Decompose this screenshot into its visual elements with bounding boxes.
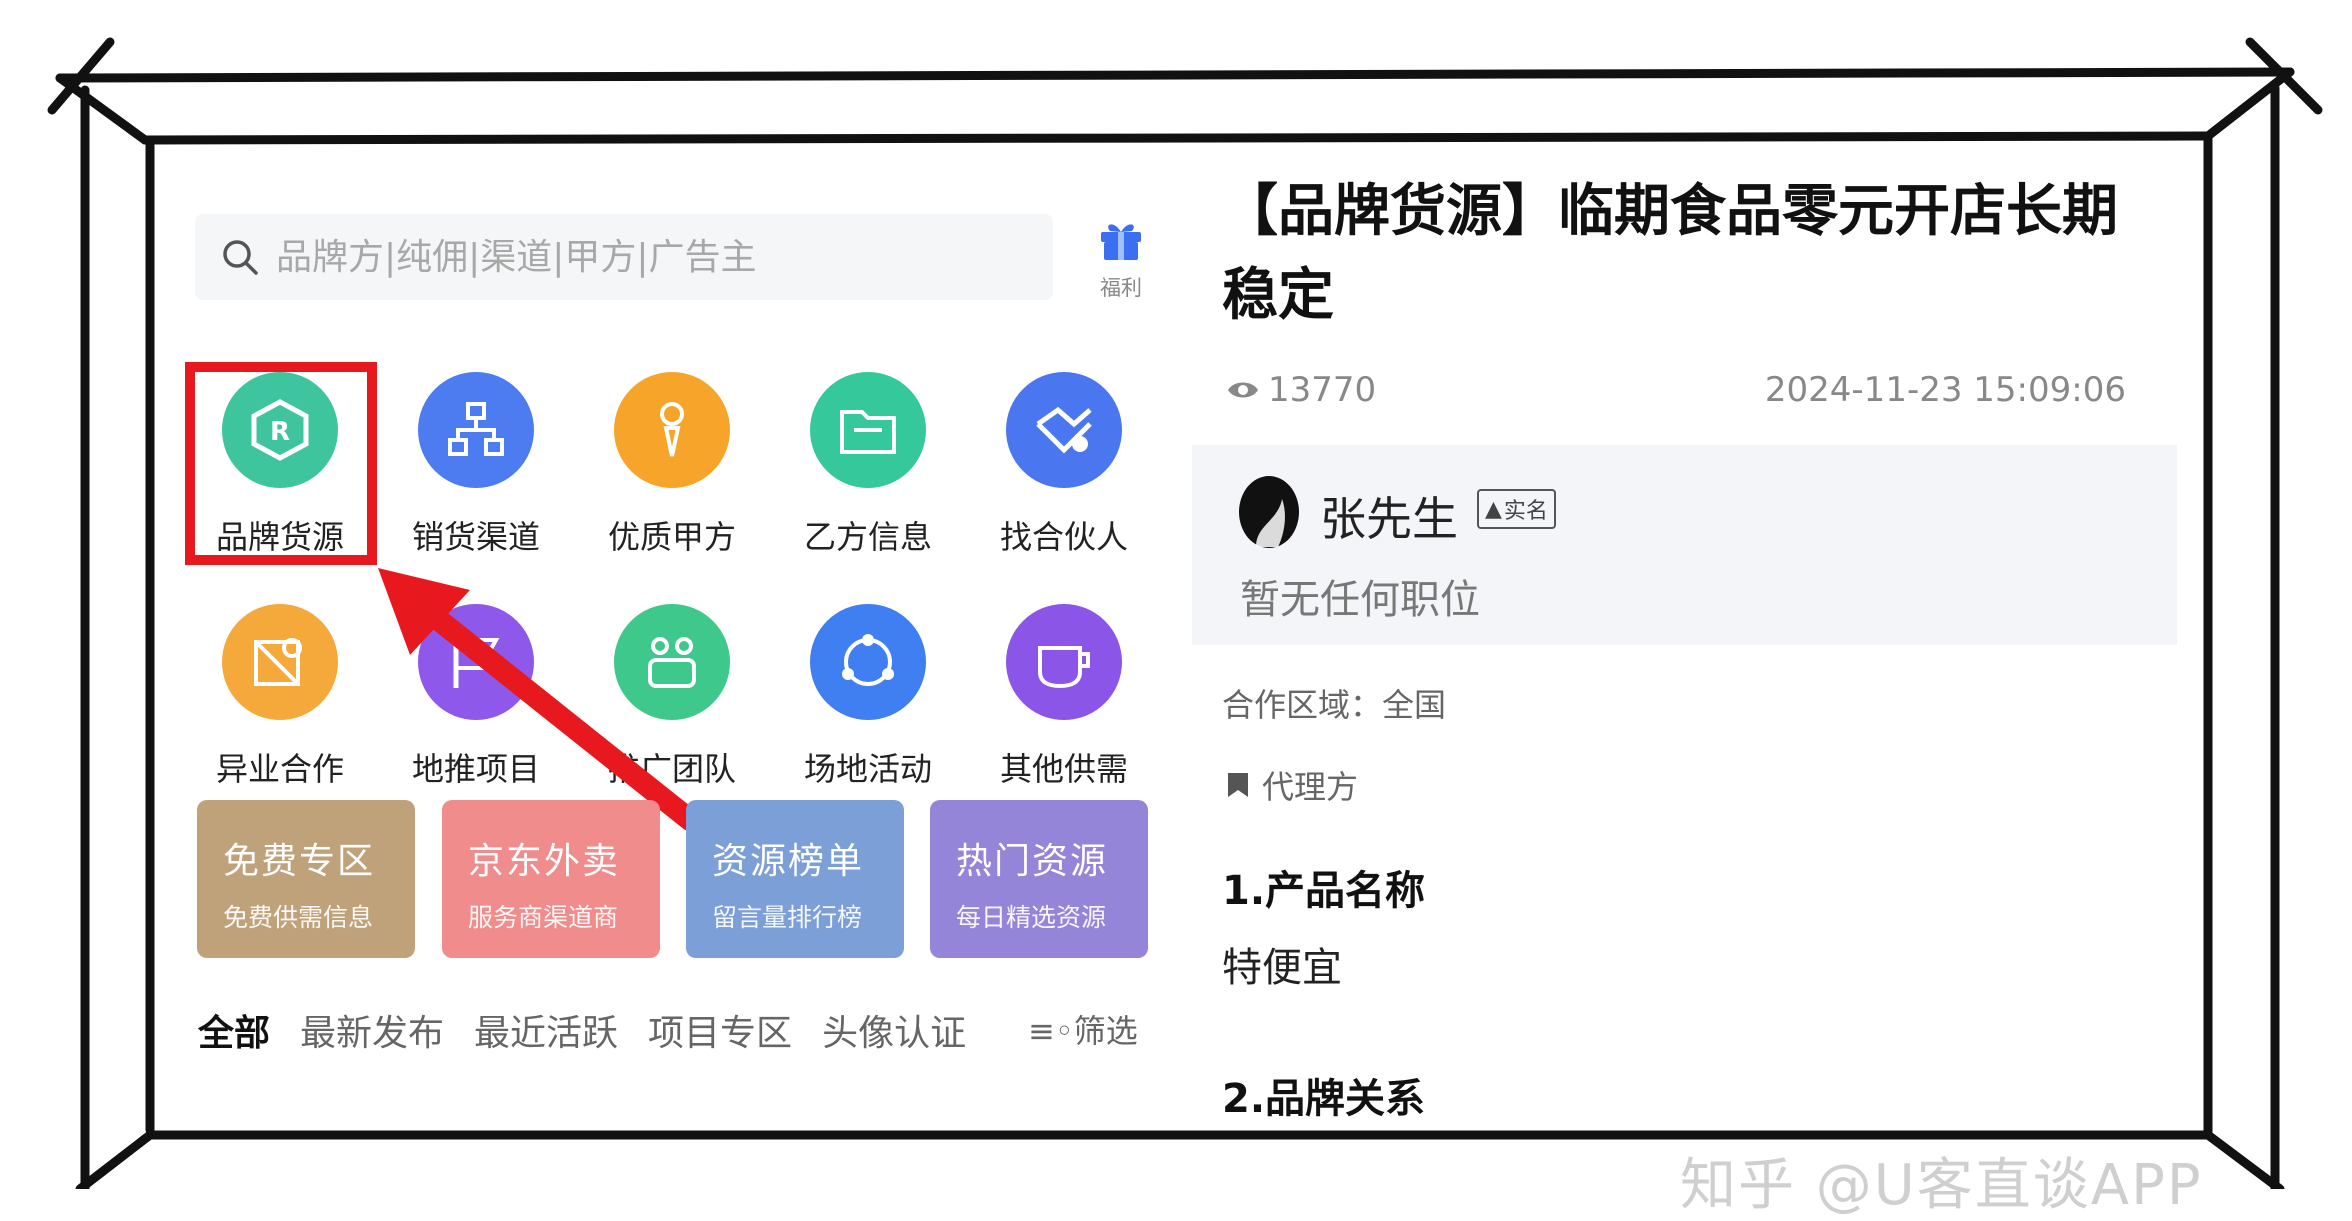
cooperation-region: 合作区域：全国 [1222,686,1447,724]
filter-tabs: 全部 最新发布 最近活跃 项目专区 头像认证 [198,1000,1128,1060]
banner-title: 热门资源 [956,841,1109,882]
author-position: 暂无任何职位 [1240,577,1480,623]
author-card[interactable]: 张先生 ▲ 实名 暂无任何职位 [1192,445,2177,645]
banner-title: 免费专区 [223,841,376,882]
banner-3[interactable]: 资源榜单留言量排行榜 [686,800,904,958]
banner-subtitle: 留言量排行榜 [712,903,863,932]
eye-icon [1228,382,1258,398]
banner-title: 资源榜单 [712,841,865,882]
person-icon: ▲ [1485,496,1502,522]
bookmark-icon [1228,773,1248,797]
banner-subtitle: 服务商渠道商 [468,903,619,932]
watermark: 知乎 @U客直谈APP [1680,1153,2203,1218]
tab-1[interactable]: 全部 [198,1004,270,1056]
tab-4[interactable]: 项目专区 [648,1004,792,1056]
verified-badge: ▲ 实名 [1477,489,1556,529]
author-name: 张先生 [1320,492,1458,546]
post-title: 【品牌货源】临期食品零元开店长期稳定 [1222,179,2118,328]
role-tag: 代理方 [1226,762,1358,808]
avatar[interactable] [1238,475,1300,549]
banner-2[interactable]: 京东外卖服务商渠道商 [442,800,660,958]
section-title-product: 1.产品名称 [1222,868,1426,914]
banner-title: 京东外卖 [468,841,621,882]
post-date: 2024-11-23 15:09:06 [1764,370,2126,410]
banner-4[interactable]: 热门资源每日精选资源 [930,800,1148,958]
tab-2[interactable]: 最新发布 [300,1004,444,1056]
filter-icon: ≡◦ [1028,1012,1074,1050]
tab-3[interactable]: 最近活跃 [474,1004,618,1056]
section-value-product: 特便宜 [1222,945,1342,991]
view-count: 13770 [1226,370,1376,410]
banner-1[interactable]: 免费专区免费供需信息 [197,800,415,958]
tab-5[interactable]: 头像认证 [822,1004,966,1056]
filter-button[interactable]: ≡◦筛选 [1028,1006,1138,1052]
role-label: 代理方 [1262,768,1359,806]
verified-badge-label: 实名 [1503,499,1548,524]
section-title-brand: 2.品牌关系 [1222,1076,1426,1122]
view-count-value: 13770 [1268,370,1377,410]
filter-label: 筛选 [1073,1012,1138,1050]
banner-subtitle: 免费供需信息 [223,903,374,932]
banner-subtitle: 每日精选资源 [956,903,1107,932]
